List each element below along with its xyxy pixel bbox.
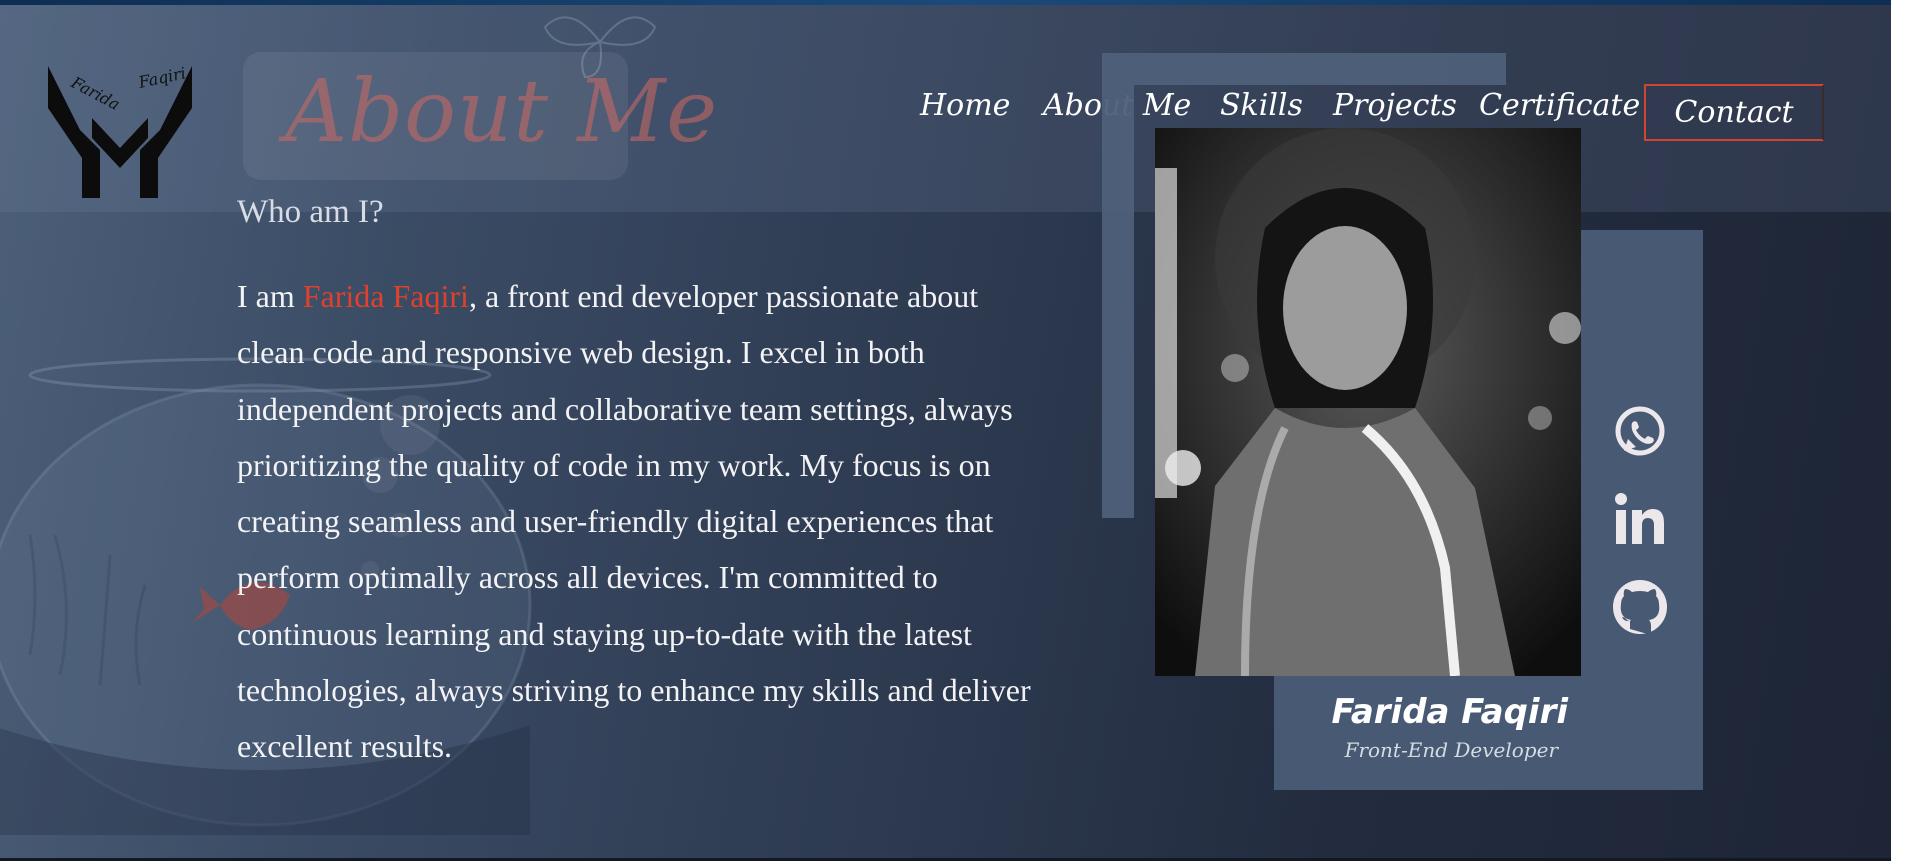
logo-text-left: Farida <box>67 72 123 114</box>
profile-photo <box>1155 128 1581 676</box>
logo-text-right: Faqiri <box>136 63 188 92</box>
about-heading: Who am I? <box>237 194 384 230</box>
linkedin-icon <box>1615 493 1664 544</box>
profile-name: Farida Faqiri <box>1331 692 1569 732</box>
linkedin-link[interactable] <box>1610 490 1670 550</box>
github-icon <box>1613 580 1667 635</box>
bio-highlight-name: Farida Faqiri <box>302 278 469 314</box>
page-background: Farida Faqiri About Me Home About Me Ski… <box>0 0 1891 858</box>
profile-role: Front-End Developer <box>1344 738 1558 762</box>
bio-text: , a front end developer passionate about… <box>237 278 1031 765</box>
whatsapp-link[interactable] <box>1610 403 1670 463</box>
whatsapp-icon <box>1615 406 1665 456</box>
nav-contact-button[interactable]: Contact <box>1644 84 1824 141</box>
bio-prefix: I am <box>237 278 303 314</box>
section-title: About Me <box>285 62 719 162</box>
about-bio: I am Farida Faqiri, a front end develope… <box>237 268 1037 775</box>
logo[interactable]: Farida Faqiri <box>40 58 200 203</box>
nav-home[interactable]: Home <box>920 88 1010 123</box>
top-border <box>0 0 1911 5</box>
window-edge <box>1891 0 1911 861</box>
github-link[interactable] <box>1610 577 1670 637</box>
